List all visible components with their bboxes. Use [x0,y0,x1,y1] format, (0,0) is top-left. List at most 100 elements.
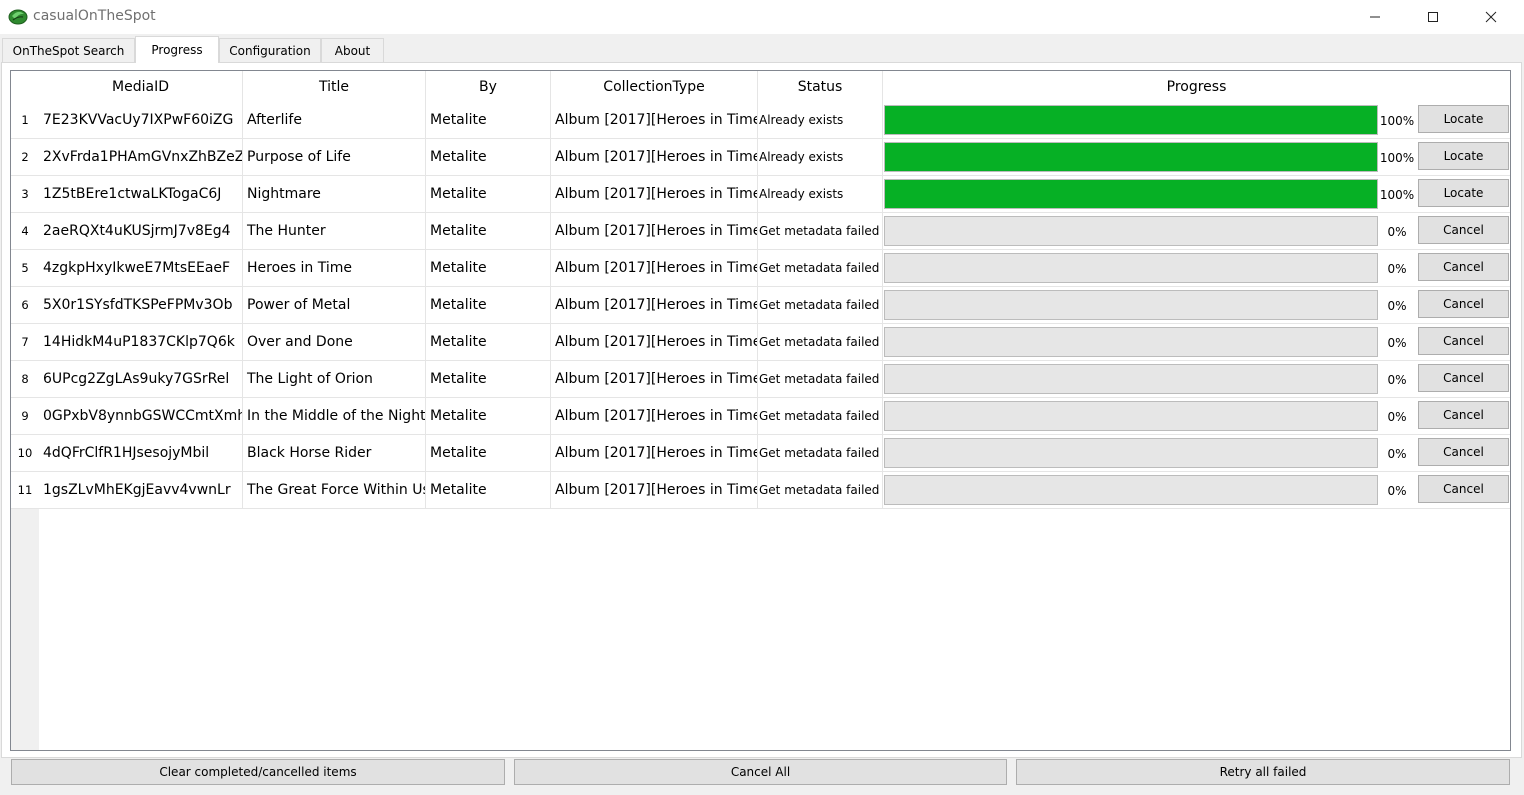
progress-bar [884,327,1378,357]
cancel-button[interactable]: Cancel [1418,327,1509,355]
table-row[interactable]: 2 2XvFrda1PHAmGVnxZhBZeZ Purpose of Life Me… [11,139,1510,176]
header-progress[interactable]: Progress [883,71,1510,102]
tab-label: Configuration [229,43,311,58]
progress-percent: 0% [1387,409,1407,424]
cancel-button[interactable]: Cancel [1418,216,1509,244]
progress-percent: 0% [1387,335,1407,350]
cell-by: Metalite [426,102,551,139]
table-row[interactable]: 1 7E23KVVacUy7IXPwF60iZG Afterlife Metalite… [11,102,1510,139]
cell-status: Get metadata failed [758,287,883,324]
cell-status: Get metadata failed [758,398,883,435]
progress-percent: 0% [1387,372,1407,387]
cell-by: Metalite [426,361,551,398]
cell-mediaid: 0GPxbV8ynnbGSWCCmtXmhn [39,398,243,435]
cell-title: Over and Done [243,324,426,361]
header-label: By [479,78,497,95]
cell-title: Afterlife [243,102,426,139]
cell-collectiontype: Album [2017][Heroes in Time] [551,287,758,324]
cell-collectiontype: Album [2017][Heroes in Time] [551,102,758,139]
tab-label: OnTheSpot Search [12,43,125,58]
downloads-table[interactable]: MediaID Title By CollectionType Status P… [10,70,1511,751]
progress-fill [885,143,1377,171]
table-row[interactable]: 7 14HidkM4uP1837CKlp7Q6k Over and Done Meta… [11,324,1510,361]
cell-title: Power of Metal [243,287,426,324]
cell-mediaid: 2XvFrda1PHAmGVnxZhBZeZ [39,139,243,176]
locate-button[interactable]: Locate [1418,142,1509,170]
table-row[interactable]: 4 2aeRQXt4uKUSjrmJ7v8Eg4 The Hunter Metalit… [11,213,1510,250]
row-number: 11 [11,472,39,509]
progress-percent: 0% [1387,261,1407,276]
row-number: 2 [11,139,39,176]
cancel-button[interactable]: Cancel [1418,475,1509,503]
minimize-icon [1370,16,1380,18]
cell-mediaid: 4dQFrClfR1HJsesojyMbil [39,435,243,472]
cell-collectiontype: Album [2017][Heroes in Time] [551,398,758,435]
cell-collectiontype: Album [2017][Heroes in Time] [551,176,758,213]
row-number: 6 [11,287,39,324]
cell-collectiontype: Album [2017][Heroes in Time] [551,213,758,250]
cancel-button[interactable]: Cancel [1418,253,1509,281]
cell-by: Metalite [426,398,551,435]
tab-configuration[interactable]: Configuration [219,38,321,62]
table-row[interactable]: 3 1Z5tBEre1ctwaLKTogaC6J Nightmare Metalite… [11,176,1510,213]
minimize-button[interactable] [1346,0,1404,34]
progress-percent: 0% [1387,483,1407,498]
close-button[interactable] [1462,0,1520,34]
cell-mediaid: 5X0r1SYsfdTKSPeFPMv3Ob [39,287,243,324]
progress-bar [884,401,1378,431]
cell-by: Metalite [426,250,551,287]
table-row[interactable]: 10 4dQFrClfR1HJsesojyMbil Black Horse Ride… [11,435,1510,472]
cell-title: Heroes in Time [243,250,426,287]
cancel-button[interactable]: Cancel [1418,364,1509,392]
cancel-button[interactable]: Cancel [1418,438,1509,466]
progress-bar [884,216,1378,246]
header-status[interactable]: Status [758,71,883,102]
cell-by: Metalite [426,287,551,324]
row-number: 4 [11,213,39,250]
cell-status: Already exists [758,139,883,176]
tab-progress[interactable]: Progress [135,36,219,63]
header-label: Title [318,78,349,95]
cell-collectiontype: Album [2017][Heroes in Time] [551,435,758,472]
table-corner [11,71,39,102]
cell-mediaid: 2aeRQXt4uKUSjrmJ7v8Eg4 [39,213,243,250]
table-row[interactable]: 5 4zgkpHxyIkweE7MtsEEaeF Heroes in Time Met… [11,250,1510,287]
cell-collectiontype: Album [2017][Heroes in Time] [551,472,758,509]
cell-title: In the Middle of the Night [243,398,426,435]
cancel-button[interactable]: Cancel [1418,401,1509,429]
cell-title: Nightmare [243,176,426,213]
progress-bar [884,105,1378,135]
progress-percent: 100% [1379,187,1415,202]
progress-percent: 0% [1387,446,1407,461]
cell-mediaid: 6UPcg2ZgLAs9uky7GSrRel [39,361,243,398]
table-row[interactable]: 9 0GPxbV8ynnbGSWCCmtXmhn In the Middle of … [11,398,1510,435]
row-number: 9 [11,398,39,435]
cell-status: Get metadata failed [758,213,883,250]
header-label: Status [797,78,843,95]
header-collectiontype[interactable]: CollectionType [551,71,758,102]
cell-mediaid: 4zgkpHxyIkweE7MtsEEaeF [39,250,243,287]
locate-button[interactable]: Locate [1418,105,1509,133]
table-row[interactable]: 8 6UPcg2ZgLAs9uky7GSrRel The Light of Orio… [11,361,1510,398]
cell-status: Get metadata failed [758,435,883,472]
header-mediaid[interactable]: MediaID [39,71,243,102]
progress-percent: 100% [1379,150,1415,165]
progress-bar [884,290,1378,320]
clear-completed-button[interactable]: Clear completed/cancelled items [11,759,505,785]
cell-collectiontype: Album [2017][Heroes in Time] [551,324,758,361]
table-row[interactable]: 11 1gsZLvMhEKgjEavv4vwnLr The Great Force … [11,472,1510,509]
cell-mediaid: 1gsZLvMhEKgjEavv4vwnLr [39,472,243,509]
cancel-button[interactable]: Cancel [1418,290,1509,318]
cell-status: Already exists [758,102,883,139]
retry-all-failed-button[interactable]: Retry all failed [1016,759,1510,785]
locate-button[interactable]: Locate [1418,179,1509,207]
header-by[interactable]: By [426,71,551,102]
maximize-button[interactable] [1404,0,1462,34]
progress-bar [884,142,1378,172]
cancel-all-button[interactable]: Cancel All [514,759,1007,785]
header-title[interactable]: Title [243,71,426,102]
cell-status: Get metadata failed [758,472,883,509]
tab-about[interactable]: About [321,38,384,62]
table-row[interactable]: 6 5X0r1SYsfdTKSPeFPMv3Ob Power of Metal Met… [11,287,1510,324]
tab-onthespot-search[interactable]: OnTheSpot Search [2,38,135,62]
